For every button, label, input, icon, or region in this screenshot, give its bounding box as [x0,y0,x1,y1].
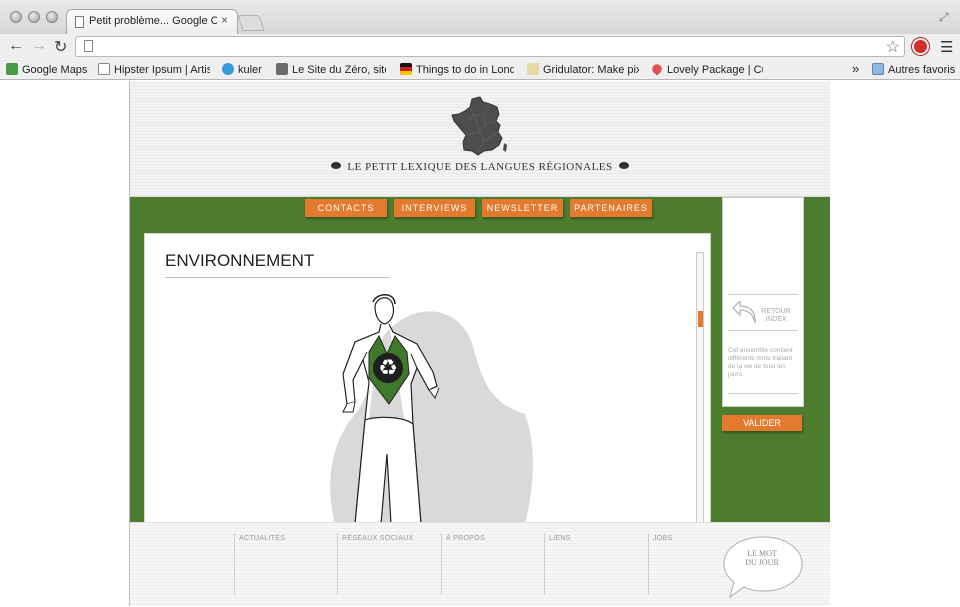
footer-column: À PROPOS [441,533,541,595]
svg-text:♻: ♻ [378,356,398,381]
footer-column: RÉSEAUX SOCIAUX [337,533,437,595]
back-to-index-label[interactable]: RETOUR INDEX [757,308,795,324]
france-map-icon [451,96,507,156]
browser-toolbar: ← → ↻ ☆ ☰ [0,34,960,60]
site-footer: ACTUALITÉS RÉSEAUX SOCIAUX À PROPOS LIEN… [130,522,830,606]
reload-icon[interactable]: ↻ [54,37,67,57]
flag-icon [400,63,412,75]
footer-column: LIENS [544,533,644,595]
close-window-button[interactable] [10,11,22,23]
zoom-window-button[interactable] [46,11,58,23]
address-bar[interactable]: ☆ [75,36,905,57]
nav-interviews[interactable]: INTERVIEWS [394,199,475,217]
site-du-zero-icon [276,63,288,75]
content-scrollbar[interactable] [696,252,704,524]
back-icon[interactable]: ← [8,37,24,55]
bookmark-star-icon[interactable]: ☆ [886,37,900,57]
tab-title: Petit problème... Google Chr [89,15,217,27]
bookmark-hipster-ipsum[interactable]: Hipster Ipsum | Artis [98,63,210,76]
footer-link-jobs[interactable]: JOBS [653,535,672,542]
site-title: LE PETIT LEXIQUE DES LANGUES RÉGIONALES [130,161,830,173]
word-of-day-label[interactable]: LE MOT DU JOUR [742,549,782,567]
google-maps-icon [6,63,18,75]
heart-icon [651,63,664,76]
speech-bubble-icon [331,162,342,169]
validate-button[interactable]: VALIDER [722,415,802,431]
speech-bubble-icon [618,162,629,169]
footer-link-liens[interactable]: LIENS [549,535,571,542]
side-panel: RETOUR INDEX Cet ensemble contient diffé… [722,197,804,407]
document-icon [98,63,110,75]
website: LE PETIT LEXIQUE DES LANGUES RÉGIONALES … [129,81,830,606]
kuler-icon [222,63,234,75]
bookmark-things-to-do[interactable]: Things to do in Lond [400,63,514,76]
gridulator-icon [527,63,539,75]
fullscreen-icon[interactable]: ⤢ [939,10,949,25]
page-title: ENVIRONNEMENT [165,251,315,270]
bookmark-google-maps[interactable]: Google Maps [6,63,92,76]
nav-contacts[interactable]: CONTACTS [305,199,387,217]
browser-tab[interactable]: Petit problème... Google Chr × [66,9,238,34]
page-icon [84,40,93,52]
recycle-icon: ♻ [373,353,403,383]
bookmark-lovely-package[interactable]: Lovely Package | Cur [651,63,763,76]
bookmark-site-du-zero[interactable]: Le Site du Zéro, site [276,63,386,76]
menu-icon[interactable]: ☰ [940,38,953,56]
bookmark-gridulator[interactable]: Gridulator: Make pix [527,63,639,76]
forward-icon[interactable]: → [31,37,47,55]
footer-link-a-propos[interactable]: À PROPOS [446,535,485,542]
side-divider [728,393,798,394]
side-divider [728,294,798,295]
superhero-recycle-illustration: ♻ [330,294,533,524]
scrollbar-thumb[interactable] [698,311,703,327]
document-icon [75,16,84,28]
minimize-window-button[interactable] [28,11,40,23]
side-divider [728,330,798,331]
bookmark-kuler[interactable]: kuler [222,63,270,76]
title-divider [165,277,389,278]
content-panel: ENVIRONNEMENT ♻ [144,233,711,524]
footer-column: ACTUALITÉS [234,533,334,595]
site-header: LE PETIT LEXIQUE DES LANGUES RÉGIONALES [130,81,830,197]
category-description: Cet ensemble contient différents mots tr… [728,347,793,378]
other-bookmarks-folder[interactable]: Autres favoris [872,63,958,76]
back-arrow-icon[interactable] [731,301,757,325]
browser-titlebar: Petit problème... Google Chr × ⤢ [0,0,960,34]
nav-partenaires[interactable]: PARTENAIRES [570,199,652,217]
word-of-day-bubble-icon[interactable] [722,535,804,599]
footer-link-reseaux-sociaux[interactable]: RÉSEAUX SOCIAUX [342,535,413,542]
bookmarks-overflow-icon[interactable]: » [852,61,859,76]
footer-link-actualites[interactable]: ACTUALITÉS [239,535,285,542]
extension-icon[interactable] [912,38,929,55]
nav-newsletter[interactable]: NEWSLETTER [482,199,563,217]
bookmarks-bar: Google Maps Hipster Ipsum | Artis kuler … [0,60,960,80]
new-tab-button[interactable] [237,15,265,31]
tab-close-icon[interactable]: × [221,13,228,27]
folder-icon [872,63,884,75]
